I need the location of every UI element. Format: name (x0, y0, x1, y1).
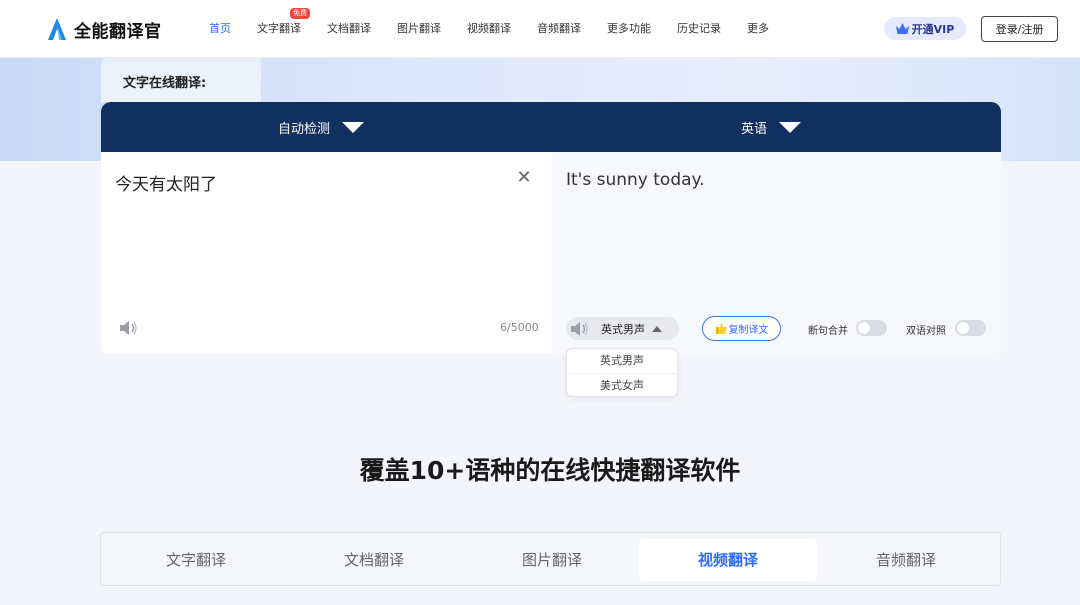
target-language-select[interactable]: 英语 (741, 118, 802, 137)
nav-item-home[interactable]: 首页 (209, 20, 231, 36)
bilingual-toggle[interactable] (955, 320, 986, 336)
speaker-icon[interactable] (119, 320, 138, 336)
top-header: 全能翻译官 首页 文字翻译 免费 文档翻译 图片翻译 视频翻译 音频翻译 更多功… (0, 0, 1080, 58)
nav-item-doc-translate[interactable]: 文档翻译 (327, 20, 371, 36)
speaker-icon (571, 321, 588, 336)
caret-up-icon (652, 325, 662, 332)
copy-label: 复制译文 (728, 325, 769, 336)
headline: 覆盖10+语种的在线快捷翻译软件 (359, 456, 741, 485)
merge-sentences-label: 断句合并 (808, 326, 848, 337)
tab-video-translate[interactable]: 视频翻译 (639, 539, 817, 581)
character-count: 6/5000 (500, 321, 539, 334)
voice-option[interactable]: 美式女声 (567, 373, 677, 397)
nav-item-more[interactable]: 更多 (747, 20, 769, 36)
nav-item-audio-translate[interactable]: 音频翻译 (537, 20, 581, 36)
tab-text-translate[interactable]: 文字翻译 (107, 539, 285, 581)
tab-doc-translate[interactable]: 文档翻译 (285, 539, 463, 581)
voice-select[interactable]: 英式男声 (566, 317, 679, 340)
free-badge: 免费 (290, 8, 310, 19)
login-register-button[interactable]: 登录/注册 (981, 16, 1058, 42)
logo[interactable]: 全能翻译官 (48, 16, 162, 42)
crown-icon (895, 23, 909, 34)
toggle-knob (957, 322, 969, 334)
clear-icon[interactable]: ✕ (515, 169, 533, 187)
dropdown-triangle-icon (342, 122, 365, 133)
section-title: 文字在线翻译: (123, 76, 207, 91)
tab-image-translate[interactable]: 图片翻译 (463, 539, 641, 581)
translated-text: It's sunny today. (566, 170, 705, 190)
nav-item-video-translate[interactable]: 视频翻译 (467, 20, 511, 36)
dropdown-triangle-icon (779, 122, 802, 133)
source-panel: 今天有太阳了 ✕ 6/5000 (101, 152, 552, 354)
nav-item-label: 文字翻译 (257, 22, 301, 35)
copy-translation-button[interactable]: 复制译文 (702, 316, 781, 341)
main-nav: 首页 文字翻译 免费 文档翻译 图片翻译 视频翻译 音频翻译 更多功能 历史记录… (209, 8, 795, 36)
tab-audio-translate[interactable]: 音频翻译 (817, 539, 995, 581)
voice-option[interactable]: 英式男声 (567, 349, 677, 373)
nav-item-history[interactable]: 历史记录 (677, 20, 721, 36)
merge-sentences-toggle[interactable] (856, 320, 887, 336)
thumb-icon (715, 323, 727, 334)
voice-selected-label: 英式男声 (601, 322, 645, 336)
voice-dropdown-menu: 英式男声 美式女声 (566, 348, 678, 397)
nav-item-text-translate[interactable]: 文字翻译 免费 (257, 8, 310, 36)
vip-button[interactable]: 开通VIP (884, 17, 966, 40)
source-language-select[interactable]: 自动检测 (278, 118, 365, 137)
feature-tabs: 文字翻译 文档翻译 图片翻译 视频翻译 音频翻译 (100, 532, 1001, 586)
logo-text: 全能翻译官 (74, 21, 162, 42)
vip-label: 开通VIP (911, 22, 955, 36)
logo-icon (48, 18, 66, 40)
language-bar: 自动检测 英语 (101, 102, 1001, 152)
toggle-knob (858, 322, 870, 334)
target-language-label: 英语 (741, 122, 768, 137)
source-language-label: 自动检测 (278, 122, 331, 137)
target-panel: It's sunny today. 英式男声 复制译文 断句合并 双语对照 (552, 152, 1001, 354)
bilingual-label: 双语对照 (906, 326, 946, 337)
nav-item-more-features[interactable]: 更多功能 (607, 20, 651, 36)
source-text-input[interactable]: 今天有太阳了 (115, 170, 217, 195)
nav-item-image-translate[interactable]: 图片翻译 (397, 20, 441, 36)
